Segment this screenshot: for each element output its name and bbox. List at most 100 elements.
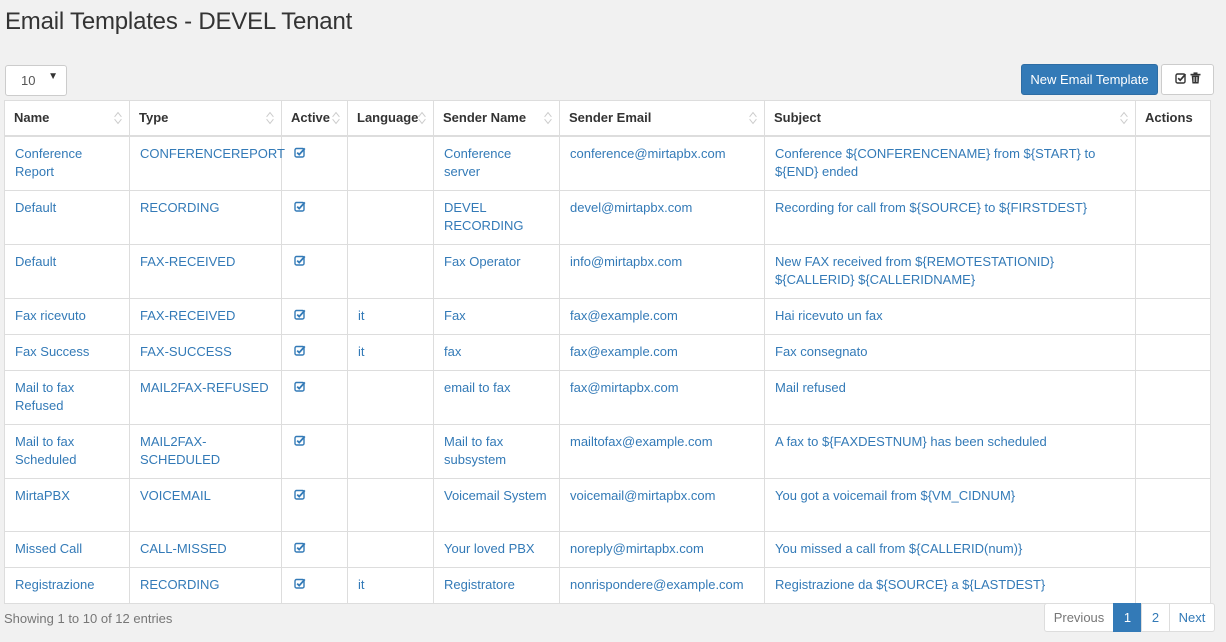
column-header-language[interactable]: Language [347,100,434,137]
cell-type[interactable]: MAIL2FAX-SCHEDULED [129,424,282,479]
cell-name[interactable]: Default [4,244,130,299]
cell-sender-name[interactable]: Conference server [433,135,560,191]
table-row[interactable]: Mail to fax Scheduled MAIL2FAX-SCHEDULED M… [4,424,1211,479]
cell-name[interactable]: Fax Success [4,334,130,371]
cell-language[interactable] [347,190,434,245]
check-square-icon [294,254,306,269]
cell-type[interactable]: CALL-MISSED [129,531,282,568]
page-length-value: 10 [21,73,36,88]
cell-name[interactable]: Mail to fax Scheduled [4,424,130,479]
cell-language[interactable] [347,244,434,299]
cell-active [281,334,348,371]
cell-subject[interactable]: New FAX received from ${REMOTESTATIONID}… [764,244,1136,299]
column-header-sender-name[interactable]: Sender Name [433,100,560,137]
new-email-template-button[interactable]: New Email Template [1021,64,1158,95]
cell-type[interactable]: FAX-RECEIVED [129,298,282,335]
cell-sender-name[interactable]: DEVEL RECORDING [433,190,560,245]
bulk-delete-button[interactable] [1161,64,1214,95]
cell-sender-email[interactable]: conference@mirtapbx.com [559,135,765,191]
cell-sender-email[interactable]: info@mirtapbx.com [559,244,765,299]
cell-language[interactable]: it [347,567,434,604]
cell-sender-name[interactable]: Mail to fax subsystem [433,424,560,479]
cell-type[interactable]: RECORDING [129,567,282,604]
cell-subject[interactable]: Hai ricevuto un fax [764,298,1136,335]
cell-active [281,135,348,191]
check-square-icon [294,146,306,161]
table-row[interactable]: Fax Success FAX-SUCCESS it fax fax@example.c… [4,334,1211,371]
cell-type[interactable]: RECORDING [129,190,282,245]
column-header-type[interactable]: Type [129,100,282,137]
table-row[interactable]: Missed Call CALL-MISSED Your loved PBX nore… [4,531,1211,568]
cell-sender-email[interactable]: devel@mirtapbx.com [559,190,765,245]
cell-sender-name[interactable]: email to fax [433,370,560,425]
cell-subject[interactable]: A fax to ${FAXDESTNUM} has been schedule… [764,424,1136,479]
cell-sender-email[interactable]: noreply@mirtapbx.com [559,531,765,568]
pagination-previous[interactable]: Previous [1044,603,1114,632]
cell-name[interactable]: Conference Report [4,135,130,191]
column-header-label: Name [14,110,50,125]
column-header-label: Actions [1145,110,1193,125]
cell-name[interactable]: Fax ricevuto [4,298,130,335]
table-row[interactable]: Mail to fax Refused MAIL2FAX-REFUSED email… [4,370,1211,425]
cell-type[interactable]: VOICEMAIL [129,478,282,532]
cell-language[interactable] [347,478,434,532]
cell-subject[interactable]: Registrazione da ${SOURCE} a ${LASTDEST} [764,567,1136,604]
cell-name[interactable]: Default [4,190,130,245]
cell-language[interactable] [347,531,434,568]
cell-subject[interactable]: Conference ${CONFERENCENAME} from ${STAR… [764,135,1136,191]
column-header-actions[interactable]: Actions [1135,100,1211,137]
cell-subject[interactable]: Fax consegnato [764,334,1136,371]
trash-icon [1190,72,1201,87]
cell-language[interactable] [347,370,434,425]
cell-active [281,424,348,479]
cell-type[interactable]: CONFERENCEREPORT [129,135,285,191]
cell-type[interactable]: FAX-SUCCESS [129,334,282,371]
column-header-active[interactable]: Active [281,100,348,137]
table-row[interactable]: Conference Report CONFERENCEREPORT Confere… [4,135,1211,191]
cell-type[interactable]: FAX-RECEIVED [129,244,282,299]
cell-actions [1135,244,1211,299]
column-header-subject[interactable]: Subject [764,100,1136,137]
column-header-sender-email[interactable]: Sender Email [559,100,765,137]
cell-sender-name[interactable]: Fax Operator [433,244,560,299]
cell-name[interactable]: Registrazione [4,567,130,604]
table-row[interactable]: MirtaPBX VOICEMAIL Voicemail System voicema… [4,478,1211,532]
cell-language[interactable]: it [347,334,434,371]
column-header-label: Subject [774,110,821,125]
cell-sender-email[interactable]: voicemail@mirtapbx.com [559,478,765,532]
cell-actions [1135,334,1211,371]
cell-subject[interactable]: You missed a call from ${CALLERID(num)} [764,531,1136,568]
cell-sender-name[interactable]: Registratore [433,567,560,604]
table-row[interactable]: Registrazione RECORDING it Registratore nonr… [4,567,1211,604]
pagination-page-1[interactable]: 1 [1113,603,1142,632]
cell-sender-email[interactable]: fax@example.com [559,298,765,335]
cell-sender-name[interactable]: Voicemail System [433,478,560,532]
column-header-name[interactable]: Name [4,100,130,137]
table-row[interactable]: Default RECORDING DEVEL RECORDING devel@mir… [4,190,1211,245]
cell-subject[interactable]: Recording for call from ${SOURCE} to ${F… [764,190,1136,245]
cell-subject[interactable]: You got a voicemail from ${VM_CIDNUM} [764,478,1136,532]
cell-language[interactable] [347,135,434,191]
table-row[interactable]: Fax ricevuto FAX-RECEIVED it Fax fax@example… [4,298,1211,335]
cell-sender-email[interactable]: nonrispondere@example.com [559,567,765,604]
pagination-next[interactable]: Next [1169,603,1215,632]
cell-sender-name[interactable]: Fax [433,298,560,335]
page-length-select[interactable]: 10 ▼ [5,65,67,96]
cell-subject[interactable]: Mail refused [764,370,1136,425]
cell-language[interactable]: it [347,298,434,335]
cell-active [281,531,348,568]
cell-sender-email[interactable]: mailtofax@example.com [559,424,765,479]
cell-name[interactable]: MirtaPBX [4,478,130,532]
cell-actions [1135,135,1211,191]
cell-name[interactable]: Missed Call [4,531,130,568]
cell-language[interactable] [347,424,434,479]
cell-sender-email[interactable]: fax@mirtapbx.com [559,370,765,425]
cell-type[interactable]: MAIL2FAX-REFUSED [129,370,282,425]
pagination-page-2[interactable]: 2 [1141,603,1170,632]
cell-active [281,478,348,532]
table-row[interactable]: Default FAX-RECEIVED Fax Operator info@mirt… [4,244,1211,299]
cell-sender-name[interactable]: fax [433,334,560,371]
cell-sender-email[interactable]: fax@example.com [559,334,765,371]
cell-name[interactable]: Mail to fax Refused [4,370,130,425]
cell-sender-name[interactable]: Your loved PBX [433,531,560,568]
